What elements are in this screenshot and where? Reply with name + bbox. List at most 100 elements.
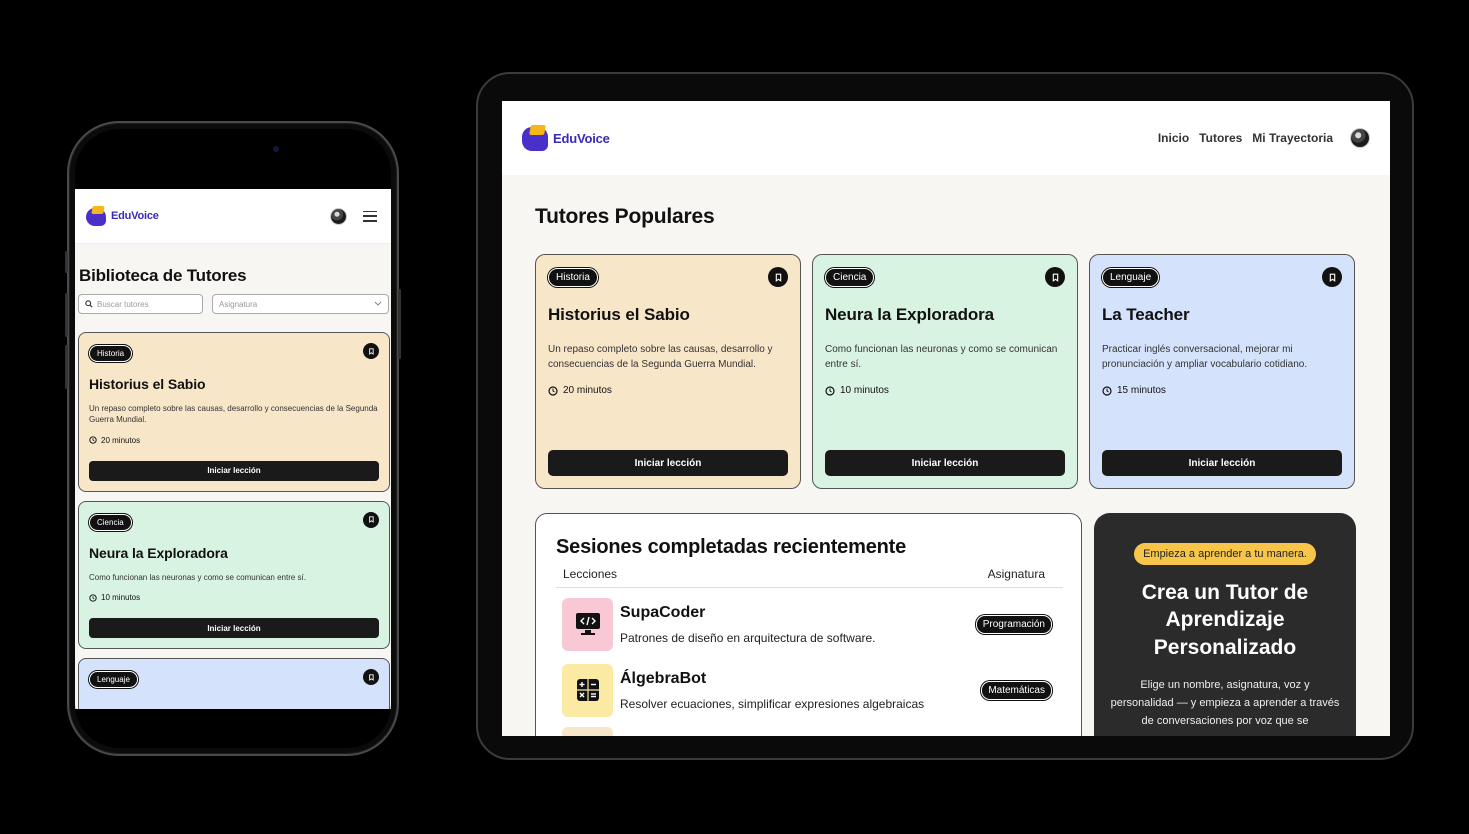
duration: 20 minutos [89, 436, 379, 445]
tutor-card[interactable]: Historia Historius el Sabio Un repaso co… [78, 332, 390, 492]
tutor-card[interactable]: Lenguaje [78, 658, 390, 709]
tablet-mockup: EduVoice Inicio Tutores Mi Trayectoria T… [476, 72, 1414, 760]
duration-text: 10 minutos [101, 593, 141, 603]
code-monitor-icon [562, 597, 613, 651]
recent-sessions: Sesiones completadas recientemente Lecci… [535, 513, 1082, 736]
tablet-header: EduVoice Inicio Tutores Mi Trayectoria [502, 101, 1390, 175]
tutor-card[interactable]: Ciencia Neura la Exploradora Como funcio… [78, 500, 390, 650]
avatar[interactable] [1350, 128, 1370, 148]
logo-icon [86, 206, 108, 226]
section-title: Tutores Populares [535, 205, 715, 228]
bookmark-icon[interactable] [1322, 267, 1342, 287]
subject-badge: Historia [89, 345, 133, 362]
session-description: Resolver ecuaciones, simplificar expresi… [620, 696, 925, 711]
session-name: ÁlgebraBot [620, 669, 707, 687]
duration-text: 20 minutos [563, 385, 612, 396]
nav-tutores[interactable]: Tutores [1199, 131, 1242, 145]
clock-icon [825, 385, 835, 396]
col-subject: Asignatura [987, 567, 1045, 581]
tutor-description: Un repaso completo sobre las causas, des… [548, 344, 773, 370]
tutor-title: Neura la Exploradora [89, 544, 228, 561]
bookmark-icon[interactable] [768, 267, 788, 287]
start-lesson-button[interactable]: Iniciar lección [89, 618, 379, 639]
calculator-icon [562, 663, 613, 717]
create-tutor-promo: Empieza a aprender a tu manera. Crea un … [1094, 513, 1356, 736]
search-icon [85, 300, 93, 308]
bottom-section: Sesiones completadas recientemente Lecci… [535, 513, 1390, 736]
nav-mi-trayectoria[interactable]: Mi Trayectoria [1252, 131, 1333, 145]
phone-mockup: EduVoice Biblioteca de Tutores Buscar tu… [65, 121, 401, 756]
table-row[interactable]: ÁlgebraBot Resolver ecuaciones, simplifi… [556, 654, 1063, 720]
start-lesson-button[interactable]: Iniciar lección [1102, 450, 1342, 476]
tutor-card[interactable]: Historia Historius el Sabio Un repaso co… [535, 254, 801, 489]
duration: 10 minutos [825, 385, 1065, 396]
start-lesson-button[interactable]: Iniciar lección [825, 450, 1065, 476]
start-lesson-button[interactable]: Iniciar lección [89, 460, 379, 481]
bookmark-icon[interactable] [363, 343, 379, 359]
subject-select[interactable]: Asignatura [212, 294, 389, 314]
tablet-screen: EduVoice Inicio Tutores Mi Trayectoria T… [502, 101, 1390, 736]
logo[interactable]: EduVoice [86, 206, 159, 226]
table-row[interactable]: SupaCoder Patrones de diseño en arquitec… [556, 588, 1063, 654]
col-lessons: Lecciones [563, 567, 618, 581]
logo[interactable]: EduVoice [522, 125, 610, 151]
session-name: SupaCoder [620, 603, 706, 621]
subject-badge: Ciencia [89, 513, 132, 531]
promo-pill: Empieza a aprender a tu manera. [1134, 543, 1316, 565]
tutor-title: La Teacher [1102, 305, 1190, 324]
start-lesson-button[interactable]: Iniciar lección [548, 450, 788, 476]
tutor-title: Neura la Exploradora [825, 305, 995, 324]
promo-title: Crea un Tutor de Aprendizaje Personaliza… [1141, 581, 1309, 659]
search-input[interactable]: Buscar tutores [78, 294, 203, 314]
logo-icon [522, 125, 550, 151]
clock-icon [548, 385, 558, 396]
promo-description: Elige un nombre, asignatura, voz y perso… [1110, 678, 1340, 728]
bookmark-icon[interactable] [363, 669, 379, 686]
subject-badge: Lenguaje [89, 671, 138, 689]
popular-tutors: Historia Historius el Sabio Un repaso co… [535, 254, 1390, 489]
bookmark-icon[interactable] [363, 511, 379, 528]
phone-screen: EduVoice Biblioteca de Tutores Buscar tu… [75, 129, 391, 748]
filters: Buscar tutores Asignatura [78, 294, 391, 314]
tutor-card[interactable]: Lenguaje La Teacher Practicar inglés con… [1089, 254, 1355, 489]
tutor-card[interactable]: Ciencia Neura la Exploradora Como funcio… [812, 254, 1078, 489]
subject-select-value: Asignatura [219, 299, 258, 309]
page-title: Biblioteca de Tutores [79, 266, 247, 285]
table-row[interactable] [556, 720, 1063, 736]
avatar[interactable] [330, 207, 347, 225]
subject-badge: Matemáticas [981, 680, 1052, 700]
tutor-description: Como funcionan las neuronas y como se co… [89, 572, 307, 582]
session-description: Patrones de diseño en arquitectura de so… [620, 630, 876, 645]
tutor-title: Historius el Sabio [548, 305, 690, 324]
main-nav: Inicio Tutores Mi Trayectoria [1158, 128, 1370, 148]
tutor-description: Practicar inglés conversacional, mejorar… [1102, 344, 1308, 370]
duration: 15 minutos [1102, 385, 1342, 396]
logo-text: EduVoice [111, 210, 159, 222]
duration: 20 minutos [548, 385, 788, 396]
nav-inicio[interactable]: Inicio [1158, 131, 1189, 145]
phone-notch [159, 129, 323, 163]
tutor-card-list: Historia Historius el Sabio Un repaso co… [78, 332, 390, 709]
duration: 10 minutos [89, 593, 379, 602]
sessions-title: Sesiones completadas recientemente [556, 536, 907, 558]
clock-icon [89, 436, 97, 444]
chevron-down-icon [374, 301, 382, 306]
tutor-description: Un repaso completo sobre las causas, des… [89, 404, 378, 424]
tutor-title: Historius el Sabio [89, 376, 206, 392]
bookmark-icon[interactable] [1045, 267, 1065, 287]
logo-text: EduVoice [553, 130, 610, 146]
duration-text: 15 minutos [1117, 385, 1166, 396]
subject-badge: Programación [975, 614, 1052, 634]
duration-text: 20 minutos [101, 435, 141, 445]
tutor-description: Como funcionan las neuronas y como se co… [825, 344, 1058, 370]
sessions-table-header: Lecciones Asignatura [556, 567, 1063, 588]
subject-badge: Historia [548, 268, 598, 287]
clock-icon [89, 594, 97, 602]
phone-header: EduVoice [75, 189, 391, 244]
subject-badge: Lenguaje [1102, 268, 1160, 287]
search-placeholder: Buscar tutores [97, 299, 149, 309]
hamburger-menu-icon[interactable] [363, 210, 377, 222]
clock-icon [1102, 385, 1112, 396]
phone-viewport: EduVoice Biblioteca de Tutores Buscar tu… [75, 189, 391, 709]
row-icon [562, 727, 613, 736]
